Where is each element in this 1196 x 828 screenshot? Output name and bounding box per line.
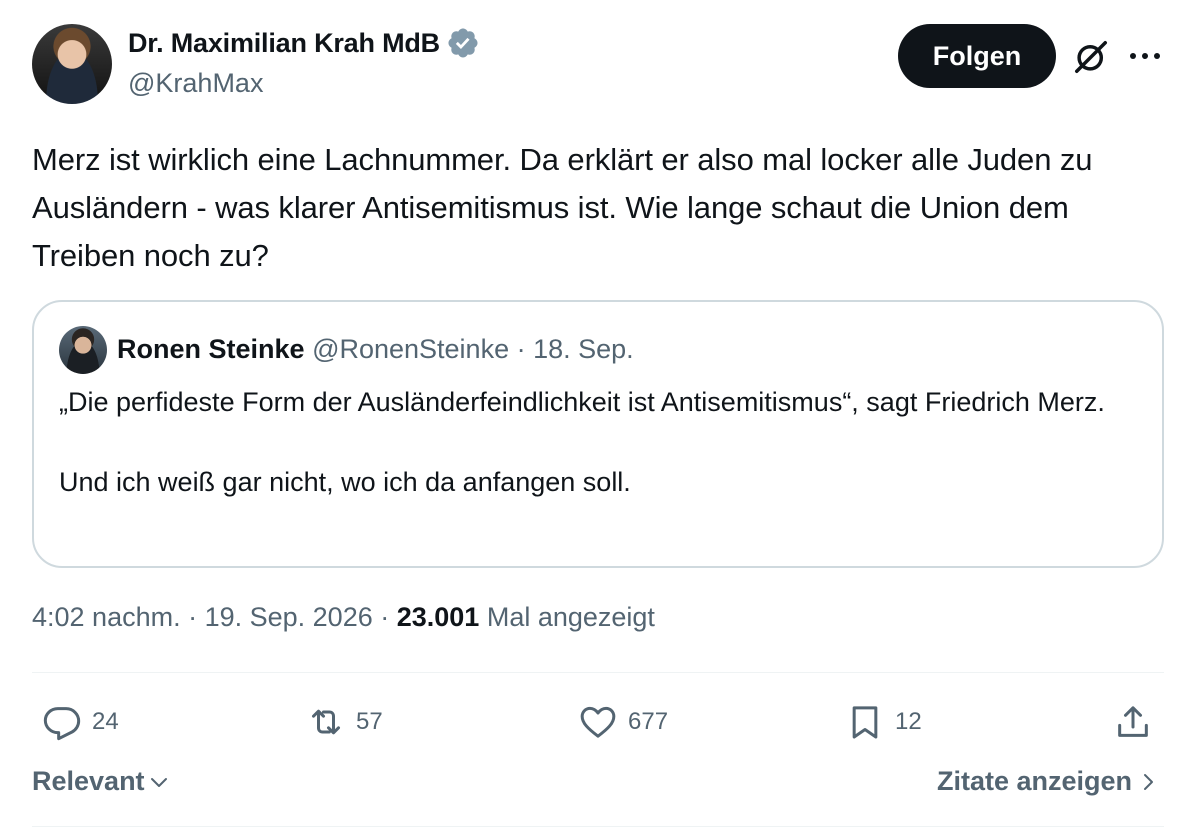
reply-icon xyxy=(43,707,81,741)
more-horizontal-icon[interactable] xyxy=(1128,48,1162,64)
view-quotes-label: Zitate anzeigen xyxy=(936,766,1132,796)
bookmark-icon xyxy=(852,706,878,739)
quote-author-avatar xyxy=(59,326,107,374)
share-icon xyxy=(1118,706,1148,737)
repost-count: 57 xyxy=(356,708,383,735)
sort-dropdown[interactable]: Relevant xyxy=(32,766,171,797)
tweet-text: Merz ist wirklich eine Lachnummer. Da er… xyxy=(32,142,1093,273)
grok-icon[interactable] xyxy=(1072,38,1110,76)
reply-button[interactable]: 24 xyxy=(42,700,119,744)
share-button[interactable] xyxy=(1113,700,1153,744)
follow-button[interactable]: Folgen xyxy=(898,24,1056,88)
bookmark-button[interactable]: 12 xyxy=(845,700,922,744)
tweet-timestamp[interactable]: 4:02 nachm. · 19. Sep. 2026 · xyxy=(32,602,397,632)
like-count: 677 xyxy=(628,708,669,735)
quoted-tweet-card[interactable]: Ronen Steinke @RonenSteinke · 18. Sep. „… xyxy=(32,300,1164,568)
author-handle[interactable]: @KrahMax xyxy=(128,68,263,99)
author-avatar[interactable] xyxy=(32,24,112,104)
repost-button[interactable]: 57 xyxy=(306,700,383,744)
sort-label: Relevant xyxy=(32,766,145,796)
chevron-down-icon xyxy=(150,777,167,787)
chevron-right-icon xyxy=(1144,773,1153,790)
quote-text: „Die perfideste Form der Ausländerfeindl… xyxy=(59,382,1139,502)
quote-header: Ronen Steinke @RonenSteinke · 18. Sep. xyxy=(117,334,634,365)
tweet-detail: Dr. Maximilian Krah MdB @KrahMax Folgen … xyxy=(0,0,1196,828)
reply-count: 24 xyxy=(92,708,119,735)
divider-bottom xyxy=(32,826,1164,827)
verified-badge-icon xyxy=(448,28,478,58)
bookmark-count: 12 xyxy=(895,708,922,735)
tweet-meta: 4:02 nachm. · 19. Sep. 2026 · 23.001 Mal… xyxy=(32,602,655,633)
quote-paragraph-1: „Die perfideste Form der Ausländerfeindl… xyxy=(59,387,1105,417)
quote-meta: @RonenSteinke · 18. Sep. xyxy=(312,334,634,364)
like-button[interactable]: 677 xyxy=(578,700,668,744)
views-label: Mal angezeigt xyxy=(479,602,655,632)
quote-handle-date: @RonenSteinke · 18. Sep. xyxy=(312,334,634,364)
quote-author-name: Ronen Steinke xyxy=(117,334,305,364)
views-count: 23.001 xyxy=(396,602,480,632)
repost-icon xyxy=(312,709,340,735)
author-name[interactable]: Dr. Maximilian Krah MdB xyxy=(128,28,440,59)
quote-paragraph-2: Und ich weiß gar nicht, wo ich da anfang… xyxy=(59,467,631,497)
divider-top xyxy=(32,672,1164,673)
author-name-row[interactable]: Dr. Maximilian Krah MdB xyxy=(128,26,480,60)
view-quotes-link[interactable]: Zitate anzeigen xyxy=(937,766,1158,797)
heart-icon xyxy=(580,706,616,738)
